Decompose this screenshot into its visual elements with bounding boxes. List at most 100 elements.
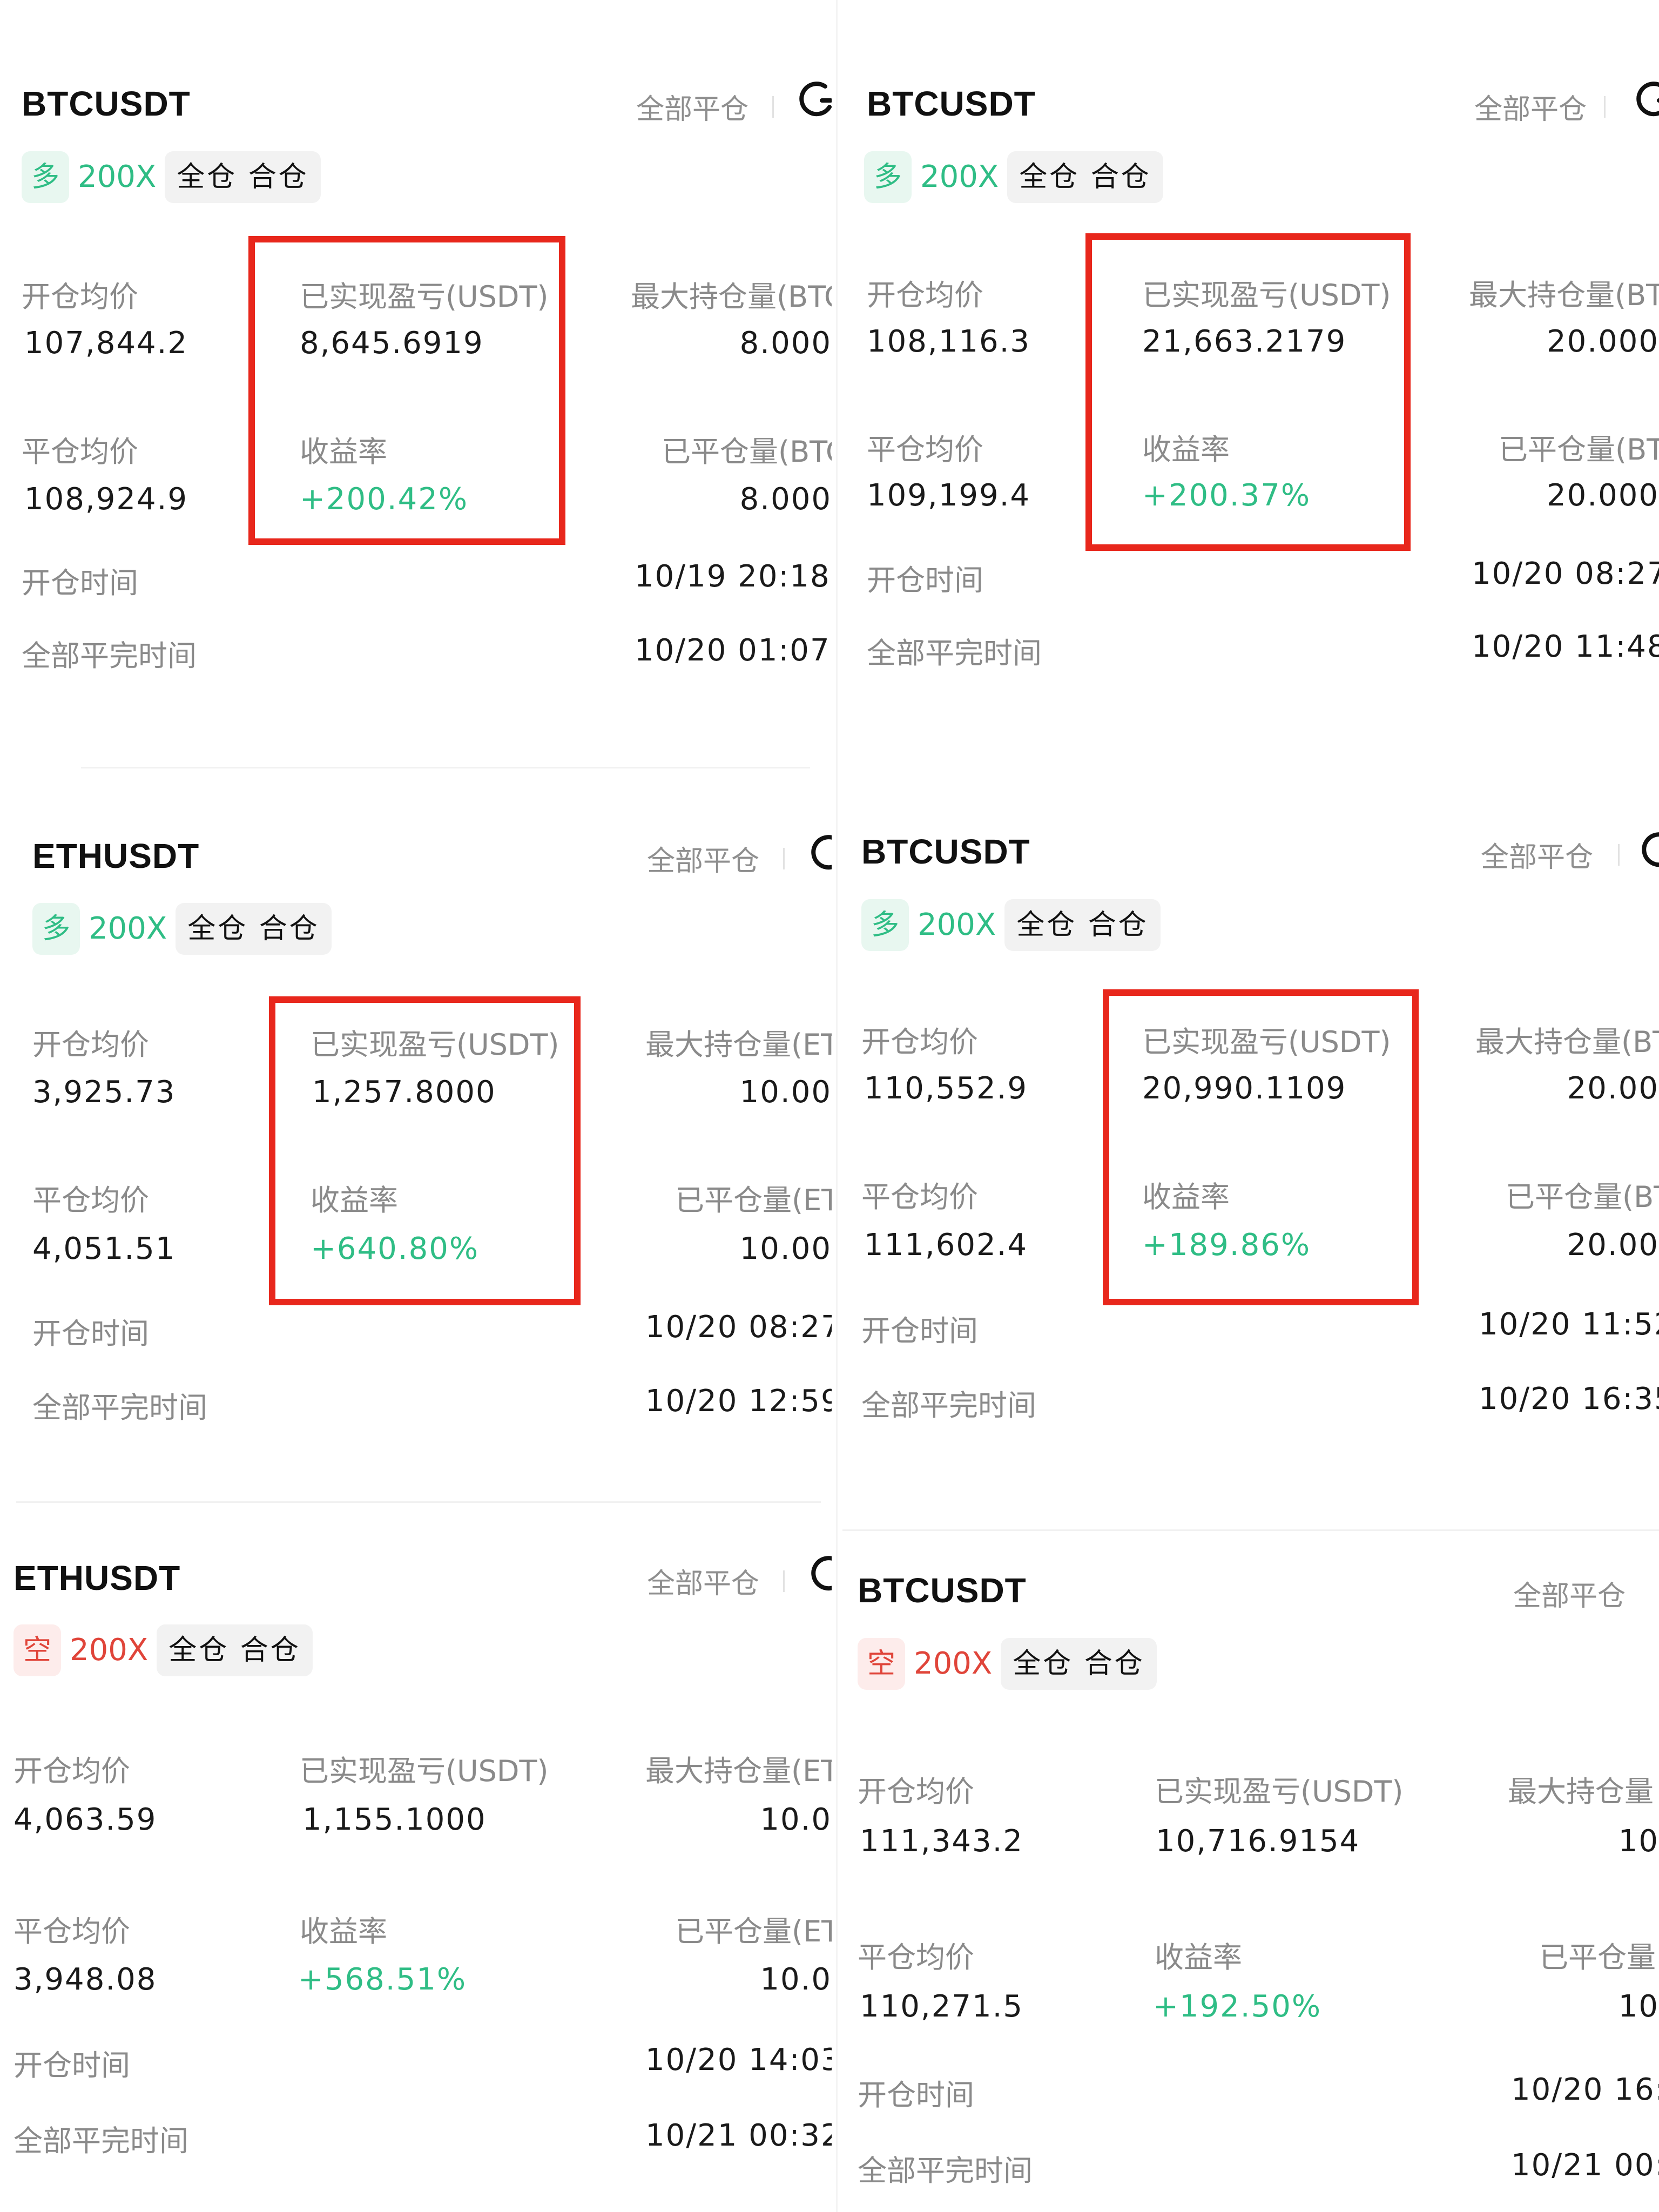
max-position-value: 20.00 — [1567, 1071, 1659, 1106]
collage-divider — [836, 0, 838, 2212]
close-avg-label: 平仓均价 — [858, 1940, 974, 1974]
closed-qty-label: 已平仓量(BT — [1506, 1180, 1659, 1214]
divider — [1604, 96, 1606, 118]
open-avg-value: 108,116.3 — [867, 324, 1031, 359]
open-time-value: 10/20 08:27:4 — [1472, 556, 1659, 591]
open-time-value: 10/20 08:27: — [645, 1310, 832, 1345]
position-card-4[interactable]: BTCUSDT 全部平仓 多 200X 全仓 合仓 开仓均价 110,552.9… — [842, 756, 1659, 1501]
divider — [81, 767, 810, 768]
position-card-2[interactable]: BTCUSDT 全部平仓 多 200X 全仓 合仓 开仓均价 108,116.3… — [842, 0, 1659, 756]
leverage-tag: 200X — [78, 159, 157, 194]
divider — [1618, 844, 1620, 866]
margin-mode-tag: 全仓 合仓 — [1007, 151, 1163, 203]
roi-value: +568.51% — [298, 1962, 467, 1997]
side-tag: 多 — [864, 151, 912, 203]
max-position-value: 8.000 — [739, 326, 832, 361]
roi-label: 收益率 — [1155, 1940, 1242, 1974]
share-icon[interactable] — [810, 1555, 832, 1594]
close-time-value: 10/20 11:48:3 — [1472, 629, 1659, 664]
close-all-button[interactable]: 全部平仓 — [636, 86, 748, 127]
position-tags: 多 200X 全仓 合仓 — [861, 899, 1161, 951]
divider — [16, 1501, 821, 1503]
close-all-button[interactable]: 全部平仓 — [1481, 834, 1593, 875]
margin-mode-tag: 全仓 合仓 — [1001, 1638, 1157, 1690]
open-time-label: 开仓时间 — [22, 566, 138, 600]
open-avg-value: 3,925.73 — [32, 1075, 176, 1110]
max-position-label: 最大持仓量 — [1508, 1775, 1654, 1809]
open-time-label: 开仓时间 — [14, 2048, 130, 2082]
close-avg-value: 109,199.4 — [867, 478, 1031, 513]
open-time-label: 开仓时间 — [861, 1314, 978, 1348]
share-icon[interactable] — [810, 834, 832, 873]
close-avg-value: 110,271.5 — [860, 1989, 1024, 2024]
leverage-tag: 200X — [89, 911, 167, 946]
open-time-value: 10/20 11:52: — [1479, 1307, 1659, 1342]
close-all-button[interactable]: 全部平仓 — [647, 838, 759, 879]
open-avg-label: 开仓均价 — [22, 280, 138, 314]
side-tag: 多 — [861, 899, 909, 951]
close-avg-value: 4,051.51 — [32, 1231, 176, 1266]
share-icon[interactable] — [1635, 81, 1659, 120]
open-avg-value: 110,552.9 — [864, 1071, 1028, 1106]
open-time-label: 开仓时间 — [867, 563, 983, 597]
position-tags: 多 200X 全仓 合仓 — [864, 151, 1163, 203]
closed-qty-value: 10.0 — [760, 1962, 832, 1997]
closed-qty-value: 8.000 — [739, 482, 832, 517]
max-position-label: 最大持仓量(ET — [645, 1028, 832, 1062]
symbol-title: ETHUSDT — [32, 837, 200, 875]
leverage-tag: 200X — [920, 159, 999, 194]
symbol-title: BTCUSDT — [861, 832, 1030, 871]
margin-mode-tag: 全仓 合仓 — [165, 151, 321, 203]
open-avg-label: 开仓均价 — [861, 1025, 978, 1059]
position-tags: 空 200X 全仓 合仓 — [858, 1638, 1157, 1690]
position-tags: 多 200X 全仓 合仓 — [22, 151, 321, 203]
close-time-label: 全部平完时间 — [867, 636, 1042, 670]
closed-qty-label: 已平仓量(BT — [1499, 433, 1659, 467]
max-position-label: 最大持仓量(BT — [1475, 1025, 1659, 1059]
close-time-label: 全部平完时间 — [22, 639, 197, 673]
realized-pnl-value: 1,155.1000 — [302, 1802, 487, 1837]
close-avg-label: 平仓均价 — [32, 1183, 149, 1217]
close-all-button[interactable]: 全部平仓 — [647, 1561, 759, 1601]
closed-qty-value: 10 — [1618, 1989, 1659, 2024]
max-position-value: 20.000 — [1547, 324, 1659, 359]
open-time-value: 10/19 20:18:1 — [635, 559, 832, 594]
position-tags: 多 200X 全仓 合仓 — [32, 903, 332, 955]
side-tag: 空 — [858, 1638, 906, 1690]
divider — [783, 848, 785, 869]
close-time-label: 全部平完时间 — [858, 2154, 1033, 2188]
close-avg-value: 108,924.9 — [24, 482, 188, 517]
share-icon[interactable] — [1641, 832, 1659, 871]
position-card-6[interactable]: BTCUSDT 全部平仓 空 200X 全仓 合仓 开仓均价 111,343.2… — [842, 1501, 1659, 2212]
position-card-3[interactable]: ETHUSDT 全部平仓 多 200X 全仓 合仓 开仓均价 3,925.73 … — [0, 756, 832, 1501]
close-avg-label: 平仓均价 — [22, 435, 138, 469]
roi-label: 收益率 — [300, 1914, 387, 1948]
highlight-box — [269, 996, 581, 1305]
realized-pnl-label: 已实现盈亏(USDT) — [300, 1754, 549, 1788]
closed-qty-label: 已平仓量(BTC — [662, 435, 832, 469]
closed-qty-label: 已平仓量(ET — [675, 1183, 832, 1217]
close-time-value: 10/20 16:35: — [1479, 1381, 1659, 1417]
side-tag: 多 — [32, 903, 80, 955]
margin-mode-tag: 全仓 合仓 — [176, 903, 332, 955]
close-time-label: 全部平完时间 — [14, 2124, 188, 2158]
highlight-box — [248, 236, 565, 545]
position-card-1[interactable]: BTCUSDT 全部平仓 多 200X 全仓 合仓 开仓均价 107,844.2… — [0, 0, 832, 756]
open-time-label: 开仓时间 — [32, 1317, 149, 1351]
margin-mode-tag: 全仓 合仓 — [1004, 899, 1161, 951]
leverage-tag: 200X — [914, 1646, 993, 1681]
max-position-value: 10.0 — [760, 1802, 832, 1837]
max-position-label: 最大持仓量(BTC — [631, 280, 832, 314]
max-position-value: 10.00 — [739, 1075, 832, 1110]
open-avg-value: 4,063.59 — [14, 1802, 157, 1837]
max-position-label: 最大持仓量(BT — [1469, 278, 1659, 312]
closed-qty-value: 20.00 — [1567, 1228, 1659, 1263]
position-card-5[interactable]: ETHUSDT 全部平仓 空 200X 全仓 合仓 开仓均价 4,063.59 … — [0, 1501, 832, 2212]
symbol-title: BTCUSDT — [858, 1571, 1027, 1610]
symbol-title: ETHUSDT — [14, 1559, 181, 1597]
max-position-label: 最大持仓量(ET — [645, 1754, 832, 1788]
close-all-button[interactable]: 全部平仓 — [1474, 86, 1587, 127]
share-icon[interactable] — [798, 81, 832, 120]
close-all-button[interactable]: 全部平仓 — [1513, 1573, 1626, 1614]
close-time-value: 10/20 01:07:4 — [635, 633, 832, 668]
